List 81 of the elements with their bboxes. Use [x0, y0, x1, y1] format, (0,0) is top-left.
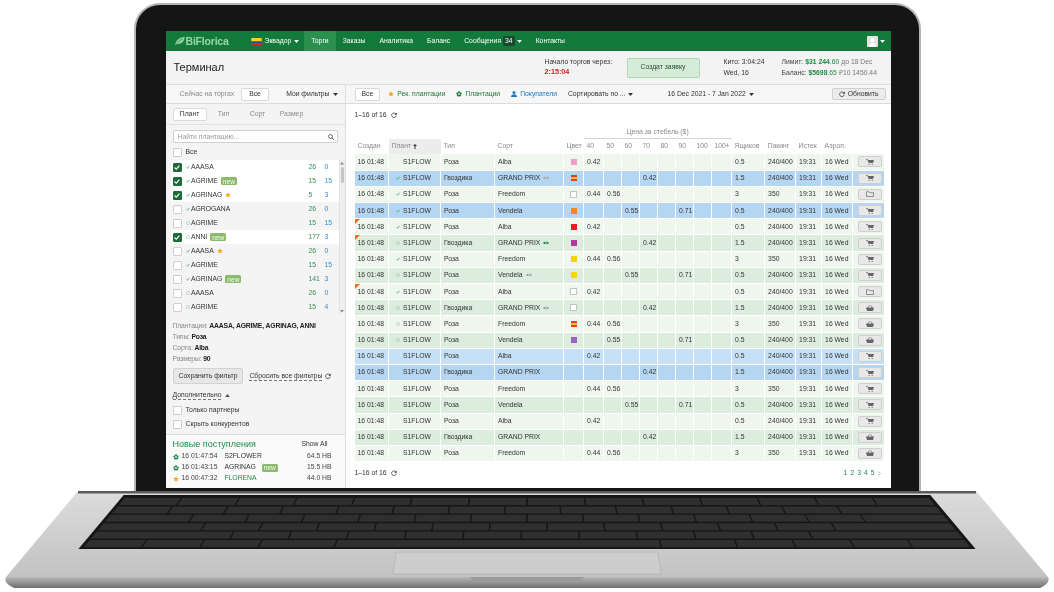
row-action-button[interactable] [858, 237, 883, 249]
row-action-button[interactable] [858, 399, 883, 411]
refresh-icon[interactable] [390, 470, 397, 477]
page-title: Терминал [173, 60, 225, 75]
check-icon [396, 208, 400, 213]
flower-icon [456, 91, 463, 97]
folder-icon [866, 191, 875, 198]
circle-icon [396, 240, 400, 245]
check-icon [396, 176, 400, 181]
sort-arrow-icon [413, 143, 417, 149]
row-action-button[interactable] [858, 205, 883, 217]
checkbox[interactable] [172, 162, 182, 172]
cart-icon [866, 158, 875, 165]
checkmark-icon [174, 164, 180, 170]
cart-icon [866, 240, 875, 247]
cart-icon [866, 256, 875, 263]
row-action-button[interactable] [858, 172, 883, 184]
row-action-button[interactable] [858, 447, 883, 459]
cart-icon [866, 401, 875, 408]
row-action-button[interactable] [858, 415, 883, 427]
avatar-icon [866, 35, 878, 47]
row-action-button[interactable] [858, 286, 883, 298]
cart-icon [866, 385, 875, 392]
star-icon [388, 91, 395, 97]
scrollbar-thumb[interactable] [340, 166, 344, 183]
caret-up-icon[interactable] [225, 394, 231, 397]
caret-icon [332, 92, 338, 96]
person-icon [511, 91, 518, 97]
leaf-logo-icon [174, 37, 185, 45]
caret-icon [748, 92, 754, 96]
checkmark-icon [174, 234, 180, 240]
row-action-button[interactable] [858, 350, 883, 362]
row-action-button[interactable] [858, 188, 883, 200]
cart-icon [866, 223, 875, 230]
check-icon [396, 224, 400, 229]
check-icon [396, 192, 400, 197]
row-action-button[interactable] [858, 367, 883, 379]
caret-icon [294, 39, 300, 43]
checkbox[interactable] [172, 232, 182, 242]
checkbox[interactable] [172, 190, 182, 200]
row-action-button[interactable] [858, 221, 883, 233]
basket-icon [866, 450, 875, 457]
row-action-button[interactable] [858, 383, 883, 395]
scrollbar[interactable] [338, 160, 345, 314]
circle-icon [396, 338, 400, 343]
refresh-icon[interactable] [325, 373, 332, 379]
check-icon [396, 289, 400, 294]
section-title: Новые поступления [172, 438, 256, 450]
row-action-button[interactable] [858, 156, 883, 168]
caret-icon [628, 92, 634, 96]
cart-icon [866, 369, 875, 376]
refresh-icon[interactable] [390, 112, 397, 118]
row-action-button[interactable] [858, 334, 883, 346]
row-action-button[interactable] [858, 253, 883, 265]
checkmark-icon [174, 178, 180, 184]
search-icon[interactable] [327, 133, 334, 140]
caret-icon [879, 39, 885, 43]
circle-icon [396, 273, 400, 278]
checkbox[interactable] [172, 176, 182, 186]
row-action-button[interactable] [858, 318, 883, 330]
cart-icon [866, 175, 875, 182]
basket-icon [866, 337, 875, 344]
check-icon [396, 257, 400, 262]
row-action-button[interactable] [858, 431, 883, 443]
basket-icon [866, 304, 875, 311]
row-action-button[interactable] [858, 302, 883, 314]
scroll-down-icon[interactable] [340, 309, 344, 312]
folder-icon [866, 288, 875, 295]
circle-icon [396, 321, 400, 326]
logo-text: BiFlorica [185, 34, 229, 48]
circle-icon [396, 305, 400, 310]
basket-icon [866, 434, 875, 441]
basket-icon [866, 320, 875, 327]
cart-icon [866, 272, 875, 279]
cart-icon [866, 207, 875, 214]
cart-icon [866, 353, 875, 360]
cart-icon [866, 418, 875, 425]
row-action-button[interactable] [858, 269, 883, 281]
refresh-icon [838, 91, 845, 97]
checkmark-icon [174, 192, 180, 198]
flag-icon [250, 37, 262, 45]
